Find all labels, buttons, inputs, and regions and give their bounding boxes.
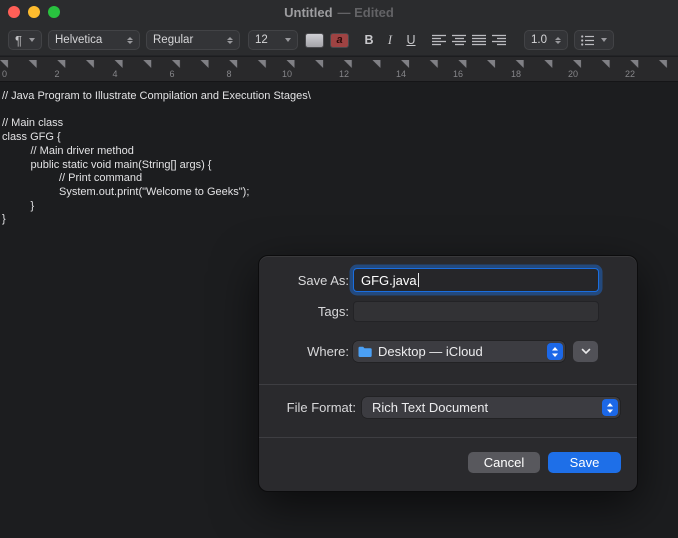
chevron-down-icon bbox=[285, 38, 291, 42]
tab-stop-markers[interactable] bbox=[0, 59, 678, 69]
code-line: class GFG { bbox=[2, 131, 678, 145]
cancel-button[interactable]: Cancel bbox=[468, 452, 540, 473]
align-justify-icon bbox=[472, 34, 487, 46]
text-color-well[interactable] bbox=[305, 30, 324, 50]
chevron-up-down-icon bbox=[602, 399, 618, 416]
where-label: Where: bbox=[259, 344, 349, 359]
code-line bbox=[2, 104, 678, 118]
tags-input[interactable] bbox=[353, 301, 599, 322]
where-value: Desktop — iCloud bbox=[378, 344, 547, 359]
ruler-number: 0 bbox=[2, 69, 7, 79]
ruler-number: 12 bbox=[339, 69, 349, 79]
chevron-down-icon bbox=[29, 38, 35, 42]
save-as-label: Save As: bbox=[259, 273, 349, 288]
font-size-value: 12 bbox=[255, 34, 268, 46]
highlight-color-well[interactable]: a bbox=[330, 30, 349, 50]
divider bbox=[259, 384, 637, 385]
where-popup[interactable]: Desktop — iCloud bbox=[353, 341, 565, 362]
line-spacing-value: 1.0 bbox=[531, 34, 547, 46]
align-right-icon bbox=[492, 34, 507, 46]
paragraph-icon: ¶ bbox=[15, 33, 22, 48]
tags-label: Tags: bbox=[259, 304, 349, 319]
code-line: // Main driver method bbox=[2, 145, 678, 159]
align-right-button[interactable] bbox=[492, 30, 507, 50]
ruler-number: 16 bbox=[453, 69, 463, 79]
ruler[interactable]: 0 2 4 6 8 10 12 14 16 18 20 22 bbox=[0, 57, 678, 82]
file-format-popup[interactable]: Rich Text Document bbox=[362, 397, 620, 418]
list-bullets-icon bbox=[581, 35, 595, 46]
window-title: Untitled — Edited bbox=[0, 0, 678, 24]
align-left-button[interactable] bbox=[432, 30, 447, 50]
paragraph-style-popup[interactable]: ¶ bbox=[8, 30, 42, 50]
italic-button[interactable]: I bbox=[383, 30, 397, 50]
ruler-number: 20 bbox=[568, 69, 578, 79]
save-as-input[interactable]: GFG.java bbox=[353, 268, 599, 292]
title-bar: Untitled — Edited bbox=[0, 0, 678, 24]
chevron-up-down-icon bbox=[227, 37, 233, 44]
font-size-popup[interactable]: 12 bbox=[248, 30, 298, 50]
expand-dialog-button[interactable] bbox=[573, 341, 598, 362]
code-line: System.out.print("Welcome to Geeks"); bbox=[2, 186, 678, 200]
edited-indicator: — Edited bbox=[338, 5, 394, 20]
chevron-up-down-icon bbox=[127, 37, 133, 44]
code-line: public static void main(String[] args) { bbox=[2, 159, 678, 173]
code-line: // Main class bbox=[2, 117, 678, 131]
ruler-number: 2 bbox=[54, 69, 59, 79]
document-title: Untitled bbox=[284, 5, 332, 20]
chevron-up-down-icon bbox=[555, 37, 561, 44]
chevron-up-down-icon bbox=[547, 343, 563, 360]
align-left-icon bbox=[432, 34, 447, 46]
ruler-number: 6 bbox=[169, 69, 174, 79]
font-style-value: Regular bbox=[153, 34, 193, 46]
format-toolbar: ¶ Helvetica Regular 12 a B I U bbox=[0, 24, 678, 56]
ruler-number: 4 bbox=[112, 69, 117, 79]
save-button[interactable]: Save bbox=[548, 452, 621, 473]
chevron-down-icon bbox=[581, 348, 591, 355]
textedit-window: Untitled — Edited ¶ Helvetica Regular 12… bbox=[0, 0, 678, 538]
align-center-icon bbox=[452, 34, 467, 46]
align-center-button[interactable] bbox=[452, 30, 467, 50]
text-color-swatch-icon bbox=[305, 33, 324, 48]
ruler-number: 10 bbox=[282, 69, 292, 79]
divider bbox=[259, 437, 637, 438]
ruler-number: 8 bbox=[226, 69, 231, 79]
save-as-value: GFG.java bbox=[361, 273, 417, 288]
underline-button[interactable]: U bbox=[402, 30, 420, 50]
code-line: // Print command bbox=[2, 172, 678, 186]
list-style-popup[interactable] bbox=[574, 30, 614, 50]
bold-button[interactable]: B bbox=[360, 30, 378, 50]
highlight-color-swatch-icon: a bbox=[330, 33, 349, 48]
font-family-value: Helvetica bbox=[55, 34, 102, 46]
save-dialog: Save As: GFG.java Tags: Where: Desktop —… bbox=[258, 255, 638, 492]
text-caret bbox=[418, 273, 419, 287]
font-style-popup[interactable]: Regular bbox=[146, 30, 240, 50]
ruler-number: 14 bbox=[396, 69, 406, 79]
file-format-value: Rich Text Document bbox=[372, 400, 602, 415]
ruler-number: 22 bbox=[625, 69, 635, 79]
file-format-label: File Format: bbox=[259, 400, 356, 415]
folder-icon bbox=[358, 346, 373, 358]
chevron-down-icon bbox=[601, 38, 607, 42]
align-justify-button[interactable] bbox=[472, 30, 487, 50]
ruler-number: 18 bbox=[511, 69, 521, 79]
line-spacing-popup[interactable]: 1.0 bbox=[524, 30, 568, 50]
code-line: // Java Program to Illustrate Compilatio… bbox=[2, 90, 678, 104]
code-line: } bbox=[2, 200, 678, 214]
font-family-popup[interactable]: Helvetica bbox=[48, 30, 140, 50]
code-line: } bbox=[2, 213, 678, 227]
